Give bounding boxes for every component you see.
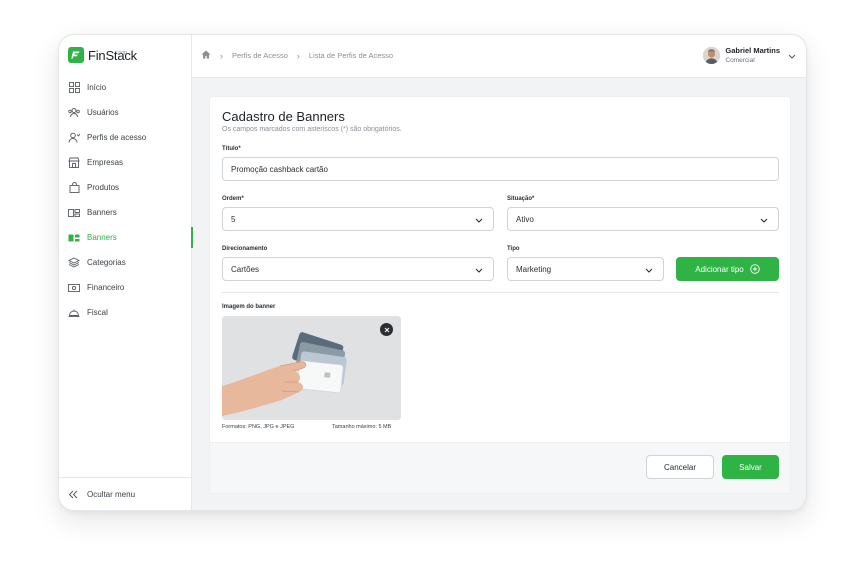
app-window: FinStack coop Início Usuários Perfis de [58,34,807,511]
close-icon [384,327,389,332]
sidebar-item-produtos[interactable]: Produtos [59,175,192,200]
user-menu[interactable]: Gabriel Martins Comercial [703,46,796,64]
user-name: Gabriel Martins [725,46,780,55]
banner-photo [222,316,401,420]
sidebar-item-banners-active[interactable]: Banners [59,225,193,250]
sidebar-item-banners[interactable]: Banners [59,200,192,225]
users-icon [68,107,80,119]
chevron-down-icon [475,216,483,225]
imagem-label: Imagem do banner [222,304,276,310]
sidebar-item-financeiro[interactable]: Financeiro [59,275,192,300]
sidebar-item-label: Categorias [87,258,126,267]
topbar: › Perfis de Acesso › Lista de Perfis de … [192,35,806,78]
form-footer: Cancelar Salvar [210,442,790,493]
direcionamento-label: Direcionamento [222,246,268,252]
direcionamento-value: Cartões [231,264,260,274]
situacao-select[interactable]: Ativo [507,207,779,231]
banner-form-card: Cadastro de Banners Os campos marcados c… [209,96,791,494]
titulo-input[interactable]: Promoção cashback cartão [222,157,779,181]
sidebar-item-perfis[interactable]: Perfis de acesso [59,125,192,150]
ordem-value: 5 [231,214,236,224]
sidebar-item-fiscal[interactable]: Fiscal [59,300,192,325]
sidebar-item-usuarios[interactable]: Usuários [59,100,192,125]
titulo-label: Título* [222,146,241,152]
tipo-label: Tipo [507,246,520,252]
chevron-down-icon [788,46,796,64]
remove-image-button[interactable] [380,323,393,336]
brand-sub: coop [116,50,127,56]
banner-icon [68,207,80,219]
page-title: Cadastro de Banners [222,109,345,124]
sidebar-item-label: Banners [87,233,117,242]
breadcrumb: › Perfis de Acesso › Lista de Perfis de … [201,50,393,61]
double-chevron-left-icon [68,488,80,500]
page-subtitle: Os campos marcados com asteriscos (*) sã… [222,126,402,133]
save-button[interactable]: Salvar [722,455,779,479]
sidebar-item-inicio[interactable]: Início [59,75,192,100]
chevron-down-icon [760,216,768,225]
tipo-select[interactable]: Marketing [507,257,664,281]
titulo-value: Promoção cashback cartão [231,164,328,174]
add-tipo-button[interactable]: Adicionar tipo [676,257,779,281]
breadcrumb-separator: › [296,50,300,61]
situacao-value: Ativo [516,214,534,224]
sidebar-item-empresas[interactable]: Empresas [59,150,192,175]
cancel-label: Cancelar [663,462,696,472]
breadcrumb-item[interactable]: Lista de Perfis de Acesso [309,51,393,60]
sidebar-item-label: Financeiro [87,283,125,292]
cancel-button[interactable]: Cancelar [646,455,714,479]
tamanho-hint: Tamanho máximo: 5 MB [332,424,392,430]
sidebar-item-categorias[interactable]: Categorias [59,250,192,275]
add-tipo-label: Adicionar tipo [695,264,744,274]
sidebar-item-label: Produtos [87,183,120,192]
breadcrumb-separator: › [220,50,223,61]
chevron-down-icon [645,266,653,275]
tipo-value: Marketing [516,264,552,274]
collapse-menu-label: Ocultar menu [87,489,136,499]
ordem-label: Ordem* [222,196,244,202]
home-icon[interactable] [201,50,211,61]
profile-icon [68,132,80,144]
banner-active-icon [68,232,80,244]
bag-icon [68,182,80,194]
sidebar-item-label: Perfis de acesso [87,133,147,142]
layers-icon [68,257,80,269]
direcionamento-select[interactable]: Cartões [222,257,494,281]
situacao-label: Situação* [507,196,535,202]
collapse-menu-button[interactable]: Ocultar menu [59,477,192,510]
plus-circle-icon [749,264,760,274]
brand-name: FinStack [88,47,137,63]
divider [222,292,779,293]
sidebar-item-label: Usuários [87,108,119,117]
user-role: Comercial [725,57,755,64]
grid-icon [68,82,80,94]
sidebar-item-label: Empresas [87,158,124,167]
breadcrumb-item[interactable]: Perfis de Acesso [232,51,288,60]
banner-image-preview [222,316,401,420]
store-icon [68,157,80,169]
sidebar-item-label: Banners [87,208,117,217]
sidebar-item-label: Início [87,83,107,92]
chevron-down-icon [475,266,483,275]
save-label: Salvar [739,462,762,472]
sidebar: FinStack coop Início Usuários Perfis de [59,35,193,510]
sidebar-nav: Início Usuários Perfis de acesso Empresa… [59,75,193,325]
user-info: Gabriel Martins Comercial [725,46,780,64]
money-icon [68,282,80,294]
finstack-logo-icon [68,47,84,63]
cloche-icon [68,307,80,319]
formatos-hint: Formatos: PNG, JPG e JPEG [222,424,295,430]
ordem-select[interactable]: 5 [222,207,494,231]
sidebar-item-label: Fiscal [87,308,108,317]
avatar [703,46,721,64]
